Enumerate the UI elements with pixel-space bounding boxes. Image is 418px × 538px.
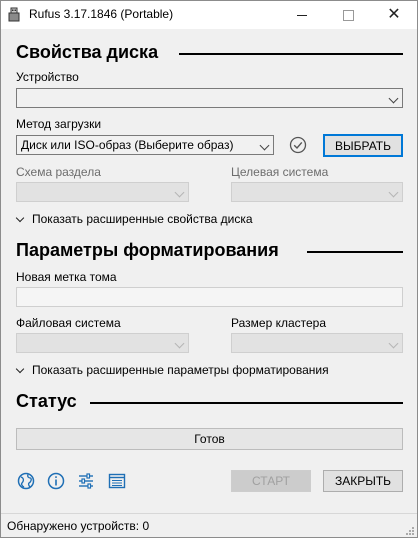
minimize-icon <box>297 14 307 16</box>
target-system-dropdown[interactable] <box>231 182 403 202</box>
cluster-size-label: Размер кластера <box>231 316 327 330</box>
drive-section-divider <box>179 53 403 55</box>
info-icon[interactable] <box>46 471 66 491</box>
resize-grip-icon[interactable] <box>405 526 415 536</box>
boot-method-dropdown[interactable]: Диск или ISO-образ (Выберите образ) <box>16 135 274 155</box>
cluster-size-dropdown[interactable] <box>231 333 403 353</box>
boot-method-value: Диск или ISO-образ (Выберите образ) <box>21 138 234 152</box>
chevron-down-icon <box>15 213 25 222</box>
format-section-divider <box>307 251 403 253</box>
title-bar[interactable]: Rufus 3.17.1846 (Portable) ✕ <box>1 1 417 29</box>
progress-text: Готов <box>194 432 225 446</box>
volume-label-label: Новая метка тома <box>16 270 117 284</box>
chevron-down-icon <box>15 364 25 373</box>
status-heading: Статус <box>16 391 77 411</box>
volume-label-input[interactable] <box>16 287 403 307</box>
format-advanced-label: Показать расширенные параметры форматиро… <box>32 363 329 377</box>
chevron-down-icon <box>388 93 399 104</box>
target-system-label: Целевая система <box>231 165 329 179</box>
usb-drive-icon <box>8 7 20 22</box>
boot-method-label: Метод загрузки <box>16 117 102 131</box>
device-dropdown[interactable] <box>16 88 403 108</box>
drive-properties-heading: Свойства диска <box>16 42 159 62</box>
format-options-heading: Параметры форматирования <box>16 240 279 260</box>
chevron-down-icon <box>174 187 185 198</box>
drive-advanced-label: Показать расширенные свойства диска <box>32 212 253 226</box>
globe-icon[interactable] <box>16 471 36 491</box>
maximize-button[interactable] <box>325 1 371 29</box>
chevron-down-icon <box>259 140 270 151</box>
close-button[interactable]: ЗАКРЫТЬ <box>323 470 403 492</box>
log-icon[interactable] <box>107 471 127 491</box>
select-image-button[interactable]: ВЫБРАТЬ <box>323 134 403 157</box>
format-advanced-toggle[interactable]: Показать расширенные параметры форматиро… <box>15 363 329 377</box>
main-content: Свойства диска Устройство Метод загрузки… <box>1 29 417 513</box>
chevron-down-icon <box>388 187 399 198</box>
start-button[interactable]: СТАРТ <box>231 470 311 492</box>
maximize-icon <box>342 9 354 21</box>
close-icon: ✕ <box>387 6 401 23</box>
file-system-dropdown[interactable] <box>16 333 189 353</box>
progress-bar: Готов <box>16 428 403 450</box>
window-title: Rufus 3.17.1846 (Portable) <box>29 7 174 21</box>
chevron-down-icon <box>388 338 399 349</box>
partition-scheme-label: Схема раздела <box>16 165 101 179</box>
partition-scheme-dropdown[interactable] <box>16 182 189 202</box>
minimize-button[interactable] <box>279 1 325 29</box>
file-system-label: Файловая система <box>16 316 121 330</box>
settings-sliders-icon[interactable] <box>76 471 96 491</box>
status-bar: Обнаружено устройств: 0 <box>1 513 417 537</box>
device-label: Устройство <box>16 70 79 84</box>
close-window-button[interactable]: ✕ <box>371 1 417 29</box>
rufus-window: Rufus 3.17.1846 (Portable) ✕ Свойства ди… <box>0 0 418 538</box>
chevron-down-icon <box>174 338 185 349</box>
check-image-icon[interactable] <box>289 136 307 154</box>
device-count-text: Обнаружено устройств: 0 <box>7 519 150 533</box>
drive-advanced-toggle[interactable]: Показать расширенные свойства диска <box>15 212 253 226</box>
status-section-divider <box>90 402 403 404</box>
